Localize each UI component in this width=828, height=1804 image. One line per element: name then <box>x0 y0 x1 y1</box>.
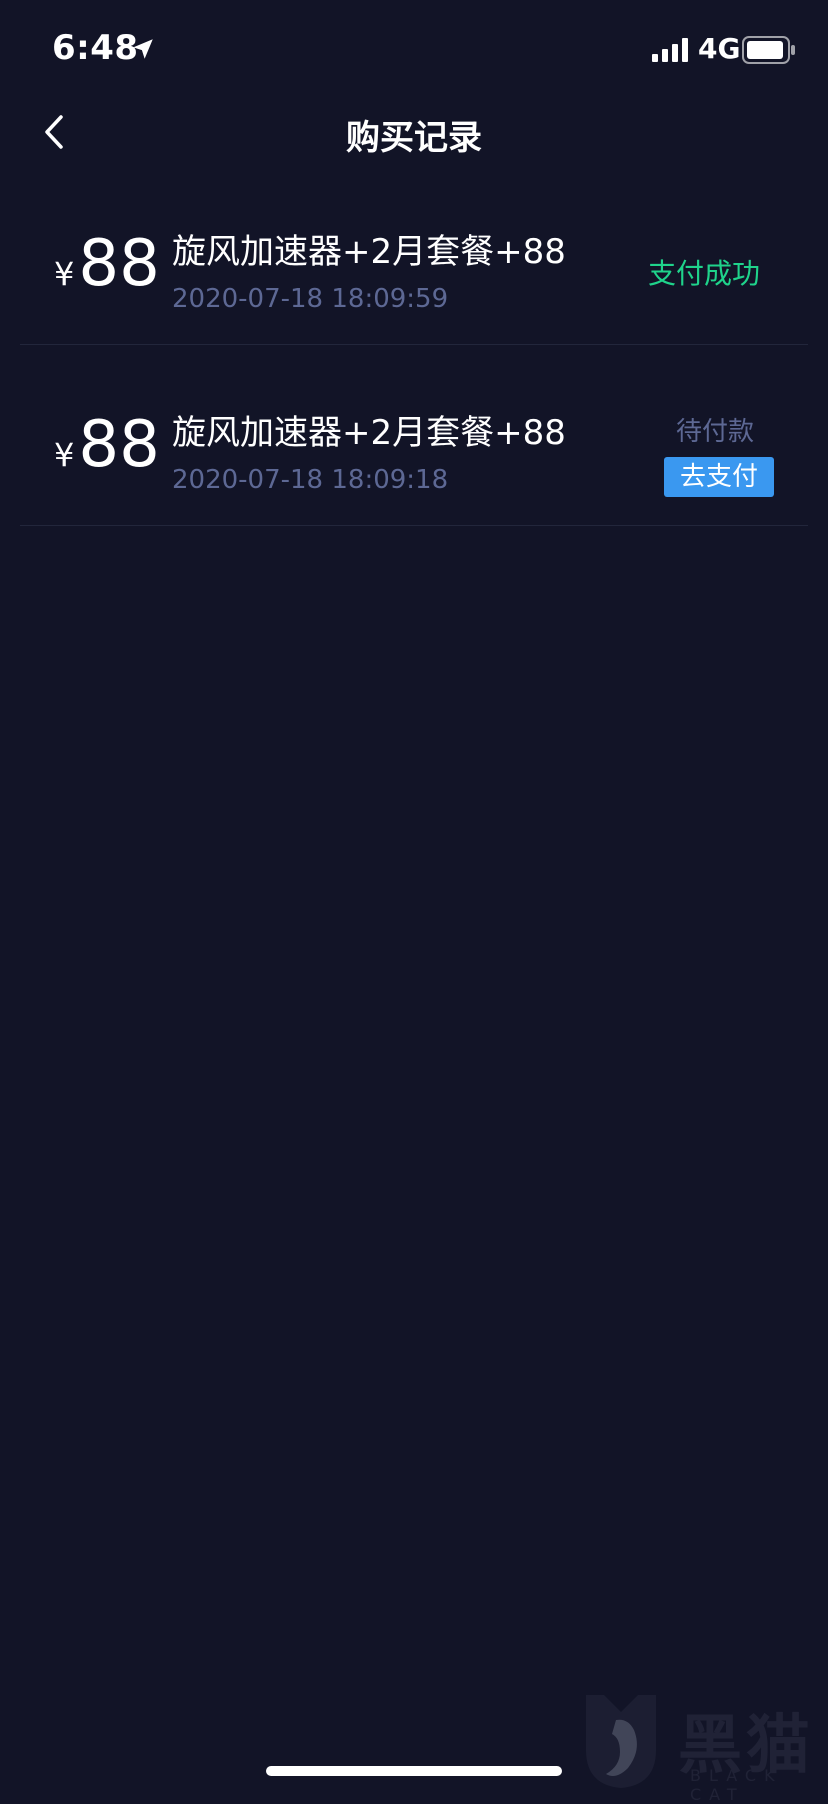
signal-bars-icon <box>652 38 688 62</box>
status-time: 6:48 <box>52 28 139 68</box>
record-time: 2020-07-18 18:09:59 <box>172 284 449 314</box>
record-time: 2020-07-18 18:09:18 <box>172 465 449 495</box>
price-amount: 88 <box>78 227 160 301</box>
watermark: 黑猫 BLACK CAT <box>558 1682 828 1804</box>
currency-symbol: ¥ <box>54 255 75 293</box>
record-title: 旋风加速器+2月套餐+88 <box>172 413 566 453</box>
status-bar: 6:48 4G <box>0 0 828 100</box>
record-title: 旋风加速器+2月套餐+88 <box>172 232 566 272</box>
status-badge: 支付成功 <box>647 257 760 290</box>
purchase-record[interactable]: ¥ 88 旋风加速器+2月套餐+88 2020-07-18 18:09:18 待… <box>20 361 808 526</box>
price-amount: 88 <box>78 408 160 482</box>
purchase-record-list: ¥ 88 旋风加速器+2月套餐+88 2020-07-18 18:09:59 支… <box>20 180 808 542</box>
watermark-subtext: BLACK CAT <box>690 1766 783 1804</box>
status-badge: 待付款 <box>675 417 754 447</box>
purchase-record[interactable]: ¥ 88 旋风加速器+2月套餐+88 2020-07-18 18:09:59 支… <box>20 180 808 345</box>
location-arrow-icon <box>133 39 153 59</box>
pay-button[interactable]: 去支付 <box>664 457 774 497</box>
battery-icon <box>742 36 795 64</box>
record-price: ¥ 88 <box>54 413 160 477</box>
currency-symbol: ¥ <box>54 436 75 474</box>
nav-bar: 购买记录 <box>0 96 828 168</box>
page-title: 购买记录 <box>346 118 482 158</box>
network-label: 4G <box>698 32 741 65</box>
cat-logo-icon <box>586 1695 656 1788</box>
home-indicator[interactable] <box>266 1766 562 1776</box>
record-price: ¥ 88 <box>54 232 160 296</box>
